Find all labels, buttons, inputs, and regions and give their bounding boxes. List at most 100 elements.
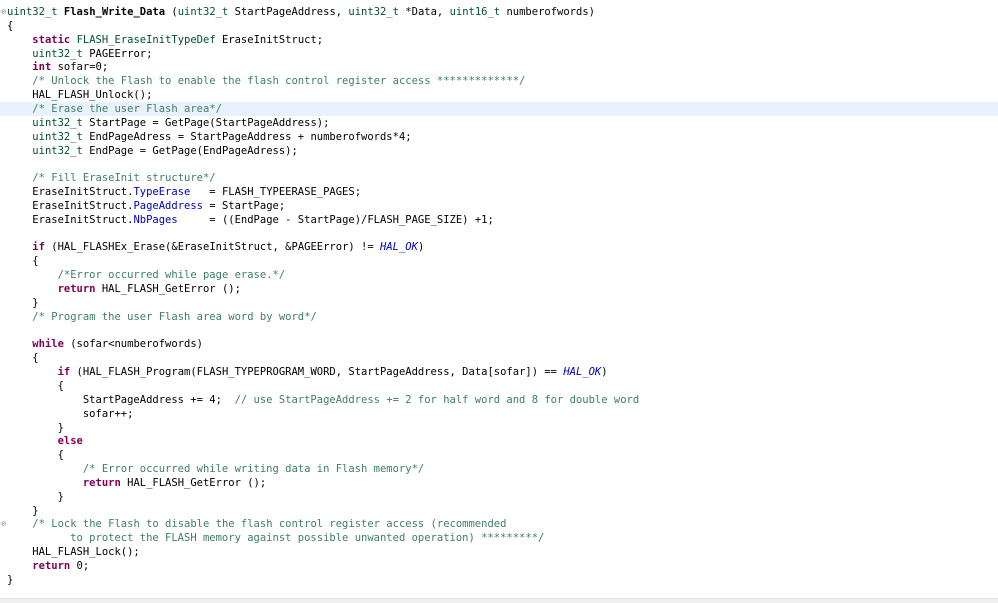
code-line[interactable]: uint32_t Flash_Write_Data (uint32_t Star…	[0, 5, 998, 19]
code-line[interactable]: {	[0, 254, 998, 268]
code-line[interactable]: return HAL_FLASH_GetError ();	[0, 476, 998, 490]
code-text: }	[7, 504, 39, 517]
code-line[interactable]: /* Error occurred while writing data in …	[0, 462, 998, 476]
collapse-icon[interactable]: ⊖	[0, 517, 7, 531]
comment: /* Erase the user Flash area*/	[32, 102, 222, 115]
code-line[interactable]: uint32_t EndPage = GetPage(EndPageAdress…	[0, 144, 998, 158]
code-text: sofar++;	[7, 407, 134, 420]
code-text: }	[7, 296, 39, 309]
code-text: (HAL_FLASH_Program(FLASH_TYPEPROGRAM_WOR…	[70, 366, 564, 379]
code-line[interactable]: uint32_t EndPageAdress = StartPageAddres…	[0, 130, 998, 144]
code-line[interactable]	[0, 157, 998, 171]
code-line-text: StartPageAddress += 4; // use StartPageA…	[7, 393, 639, 407]
code-line[interactable]: else	[0, 434, 998, 448]
code-text: EraseInitStruct.	[7, 186, 134, 199]
code-text: EndPage = GetPage(EndPageAdress);	[82, 144, 298, 157]
code-line[interactable]: static FLASH_EraseInitTypeDef EraseInitS…	[0, 33, 998, 47]
code-line[interactable]: }	[0, 421, 998, 435]
code-line[interactable]: to protect the FLASH memory against poss…	[0, 531, 998, 545]
code-line[interactable]: return 0;	[0, 559, 998, 573]
code-line-text: /* Erase the user Flash area*/	[7, 102, 222, 116]
code-line[interactable]: /* Fill EraseInit structure*/	[0, 171, 998, 185]
code-line[interactable]: {	[0, 19, 998, 33]
code-line-text: }	[7, 573, 13, 587]
code-line-current[interactable]: /* Erase the user Flash area*/	[0, 101, 998, 116]
code-line[interactable]: /* Program the user Flash area word by w…	[0, 310, 998, 324]
code-line[interactable]: /*Error occurred while page erase.*/	[0, 268, 998, 282]
code-text: PAGEError;	[82, 47, 153, 60]
keyword: while	[32, 338, 64, 351]
code-line[interactable]: {	[0, 351, 998, 365]
code-text: EraseInitStruct.	[7, 213, 134, 226]
code-line[interactable]: {	[0, 448, 998, 462]
code-line-text: uint32_t StartPage = GetPage(StartPageAd…	[7, 116, 329, 130]
code-line[interactable]: /* Lock the Flash to disable the flash c…	[0, 517, 998, 531]
code-text: *Data,	[398, 6, 450, 18]
code-line[interactable]: uint32_t StartPage = GetPage(StartPageAd…	[0, 116, 998, 130]
code-text: EndPageAdress = StartPageAddress + numbe…	[82, 130, 412, 143]
keyword: if	[32, 241, 45, 254]
code-line-text: if (HAL_FLASHEx_Erase(&EraseInitStruct, …	[7, 240, 424, 254]
keyword: int	[32, 61, 52, 74]
code-line-text: uint32_t Flash_Write_Data (uint32_t Star…	[7, 5, 595, 19]
code-text: {	[7, 449, 64, 462]
code-line[interactable]: HAL_FLASH_Lock();	[0, 545, 998, 559]
code-line[interactable]: int sofar=0;	[0, 60, 998, 74]
keyword: return	[82, 476, 121, 489]
code-text: sofar=0;	[51, 61, 109, 74]
type-name: uint32_t	[32, 144, 83, 157]
code-text: (sofar<numberofwords)	[63, 338, 203, 351]
code-line[interactable]: HAL_FLASH_Unlock();	[0, 88, 998, 102]
code-line[interactable]: }	[0, 504, 998, 518]
code-line-text: /* Program the user Flash area word by w…	[7, 310, 316, 324]
code-text: }	[7, 421, 64, 434]
code-line-text: uint32_t EndPageAdress = StartPageAddres…	[7, 130, 412, 144]
code-line-text: return HAL_FLASH_GetError ();	[7, 476, 266, 490]
code-line[interactable]: uint32_t PAGEError;	[0, 47, 998, 61]
code-line-text: {	[7, 351, 38, 365]
code-line[interactable]: EraseInitStruct.TypeErase = FLASH_TYPEER…	[0, 185, 998, 199]
code-text: {	[7, 255, 39, 268]
code-text: HAL_FLASH_Unlock();	[7, 89, 153, 102]
collapse-icon[interactable]: ⊖	[0, 5, 7, 19]
code-editor[interactable]: uint32_t Flash_Write_Data (uint32_t Star…	[0, 0, 998, 598]
code-line[interactable]: {	[0, 379, 998, 393]
code-line[interactable]: /* Unlock the Flash to enable the flash …	[0, 74, 998, 88]
code-line[interactable]: sofar++;	[0, 407, 998, 421]
code-line[interactable]: }	[0, 296, 998, 310]
code-line[interactable]	[0, 227, 998, 241]
code-line-text: return 0;	[7, 559, 89, 573]
code-text: }	[7, 490, 64, 503]
code-line[interactable]: }	[0, 490, 998, 504]
code-line[interactable]: EraseInitStruct.NbPages = ((EndPage - St…	[0, 213, 998, 227]
code-text: {	[7, 379, 64, 392]
code-line-text: if (HAL_FLASH_Program(FLASH_TYPEPROGRAM_…	[7, 365, 608, 379]
code-line[interactable]: if (HAL_FLASH_Program(FLASH_TYPEPROGRAM_…	[0, 365, 998, 379]
code-text: (	[165, 6, 178, 18]
code-text: }	[7, 573, 14, 586]
type-name: uint32_t	[32, 47, 83, 60]
code-text: StartPage = GetPage(StartPageAddress);	[82, 116, 330, 129]
code-line-text: /*Error occurred while page erase.*/	[7, 268, 286, 282]
code-line-text: while (sofar<numberofwords)	[7, 337, 203, 351]
code-line[interactable]: }	[0, 573, 998, 587]
code-line[interactable]: StartPageAddress += 4; // use StartPageA…	[0, 393, 998, 407]
code-text: )	[417, 241, 425, 254]
code-line[interactable]	[0, 324, 998, 338]
code-line-text: }	[7, 296, 39, 310]
comment: // use StartPageAddress += 2 for half wo…	[234, 393, 640, 406]
horizontal-scrollbar[interactable]	[0, 598, 998, 603]
code-line-text: {	[7, 19, 13, 33]
code-line[interactable]: while (sofar<numberofwords)	[0, 337, 998, 351]
code-line[interactable]: EraseInitStruct.PageAddress = StartPage;	[0, 199, 998, 213]
code-line[interactable]: return HAL_FLASH_GetError ();	[0, 282, 998, 296]
code-line[interactable]: if (HAL_FLASHEx_Erase(&EraseInitStruct, …	[0, 240, 998, 254]
